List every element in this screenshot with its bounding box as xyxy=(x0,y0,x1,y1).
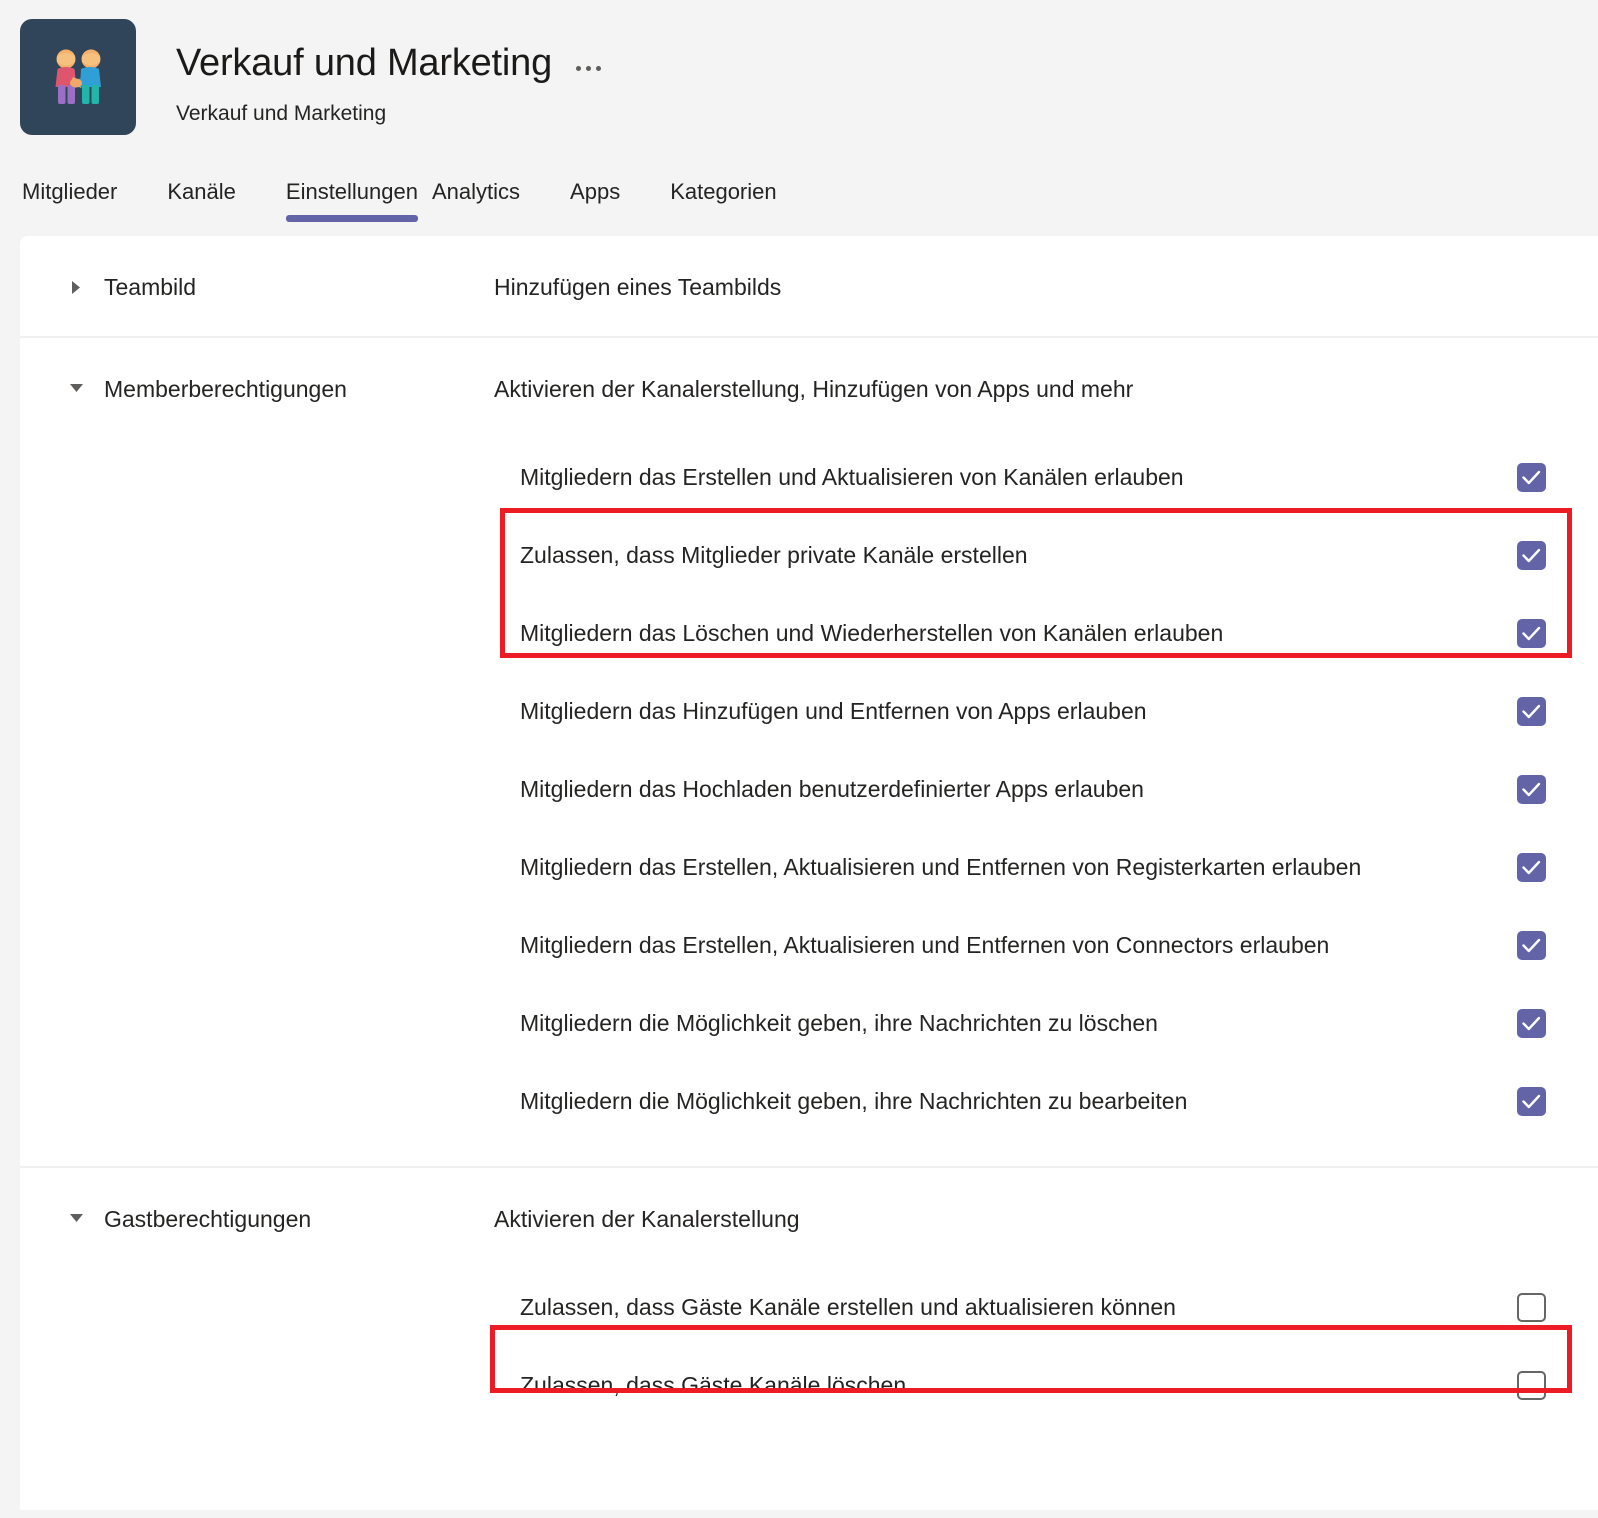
option-label: Mitgliedern das Erstellen und Aktualisie… xyxy=(520,464,1184,490)
option-row[interactable]: Zulassen, dass Gäste Kanäle erstellen un… xyxy=(520,1268,1572,1346)
handshake-people-icon xyxy=(41,40,115,114)
team-avatar xyxy=(20,19,136,135)
tab-label: Mitglieder xyxy=(22,179,118,204)
option-label: Mitgliedern das Erstellen, Aktualisieren… xyxy=(520,932,1330,958)
checkbox-checked[interactable] xyxy=(1517,930,1546,960)
section-header-gastberechtigungen[interactable]: Gastberechtigungen Aktivieren der Kanale… xyxy=(20,1168,1598,1268)
option-label: Mitgliedern das Hinzufügen und Entfernen… xyxy=(520,698,1147,724)
section-header-teambild[interactable]: Teambild Hinzufügen eines Teambilds xyxy=(20,236,1598,336)
tab-mitglieder[interactable]: Mitglieder xyxy=(22,170,117,206)
option-row[interactable]: Mitgliedern das Löschen und Wiederherste… xyxy=(520,594,1572,672)
chevron-down-icon[interactable] xyxy=(68,383,84,393)
team-title-row: Verkauf und Marketing xyxy=(176,40,607,86)
section-description: Aktivieren der Kanalerstellung, Hinzufüg… xyxy=(494,376,1134,402)
section-description: Hinzufügen eines Teambilds xyxy=(494,274,782,300)
section-title: Memberberechtigungen xyxy=(104,376,347,402)
settings-section-gastberechtigungen: Gastberechtigungen Aktivieren der Kanale… xyxy=(20,1168,1598,1450)
option-row[interactable]: Mitgliedern das Erstellen, Aktualisieren… xyxy=(520,828,1572,906)
option-list-guest: Zulassen, dass Gäste Kanäle erstellen un… xyxy=(20,1268,1598,1450)
tab-label: Einstellungen xyxy=(285,179,418,204)
checkbox-checked[interactable] xyxy=(1517,462,1546,492)
more-options-icon[interactable] xyxy=(570,56,607,71)
chevron-down-icon[interactable] xyxy=(68,1213,84,1223)
checkbox-checked[interactable] xyxy=(1517,540,1546,570)
option-label: Mitgliedern das Löschen und Wiederherste… xyxy=(520,620,1224,646)
chevron-right-icon[interactable] xyxy=(68,281,84,294)
settings-section-memberberechtigungen: Memberberechtigungen Aktivieren der Kana… xyxy=(20,338,1598,1168)
tab-label: Analytics xyxy=(432,179,521,204)
checkbox-checked[interactable] xyxy=(1517,696,1546,726)
option-row[interactable]: Mitgliedern das Hinzufügen und Entfernen… xyxy=(520,672,1572,750)
option-label: Mitgliedern das Erstellen, Aktualisieren… xyxy=(520,854,1362,880)
tab-apps[interactable]: Apps xyxy=(570,170,620,206)
option-row[interactable]: Mitgliedern das Erstellen, Aktualisieren… xyxy=(520,906,1572,984)
tab-einstellungen[interactable]: Einstellungen xyxy=(285,170,418,222)
settings-panel: Teambild Hinzufügen eines Teambilds Memb… xyxy=(20,236,1598,1510)
section-title: Gastberechtigungen xyxy=(104,1206,312,1232)
section-title: Teambild xyxy=(104,274,197,300)
option-row[interactable]: Mitgliedern die Möglichkeit geben, ihre … xyxy=(520,984,1572,1062)
option-label: Mitgliedern die Möglichkeit geben, ihre … xyxy=(520,1010,1158,1036)
option-row[interactable]: Mitgliedern die Möglichkeit geben, ihre … xyxy=(520,1062,1572,1140)
option-list-member: Mitgliedern das Erstellen und Aktualisie… xyxy=(20,438,1598,1166)
checkbox-checked[interactable] xyxy=(1517,1086,1546,1116)
tab-label: Kategorien xyxy=(670,179,777,204)
settings-section-teambild: Teambild Hinzufügen eines Teambilds xyxy=(20,236,1598,338)
tab-kategorien[interactable]: Kategorien xyxy=(670,170,776,206)
tab-kanaele[interactable]: Kanäle xyxy=(167,170,236,206)
tab-bar: Mitglieder Kanäle Einstellungen Analytic… xyxy=(0,170,1598,236)
team-header: Verkauf und Marketing Verkauf und Market… xyxy=(0,0,1598,170)
tab-active-underline xyxy=(285,215,418,222)
option-label: Zulassen, dass Gäste Kanäle löschen xyxy=(520,1372,907,1398)
tab-analytics[interactable]: Analytics xyxy=(432,170,520,206)
option-row[interactable]: Mitgliedern das Hochladen benutzerdefini… xyxy=(520,750,1572,828)
option-label: Zulassen, dass Gäste Kanäle erstellen un… xyxy=(520,1294,1176,1320)
option-label: Zulassen, dass Mitglieder private Kanäle… xyxy=(520,542,1028,568)
checkbox-unchecked[interactable] xyxy=(1517,1370,1546,1400)
checkbox-checked[interactable] xyxy=(1517,852,1546,882)
checkbox-checked[interactable] xyxy=(1517,774,1546,804)
section-description: Aktivieren der Kanalerstellung xyxy=(494,1206,800,1232)
option-row[interactable]: Zulassen, dass Gäste Kanäle löschen xyxy=(520,1346,1572,1424)
checkbox-checked[interactable] xyxy=(1517,618,1546,648)
option-label: Mitgliedern das Hochladen benutzerdefini… xyxy=(520,776,1144,802)
checkbox-checked[interactable] xyxy=(1517,1008,1546,1038)
option-row[interactable]: Zulassen, dass Mitglieder private Kanäle… xyxy=(520,516,1572,594)
page-title: Verkauf und Marketing xyxy=(176,42,553,84)
section-header-memberberechtigungen[interactable]: Memberberechtigungen Aktivieren der Kana… xyxy=(20,338,1598,438)
tab-label: Kanäle xyxy=(167,179,236,204)
option-row[interactable]: Mitgliedern das Erstellen und Aktualisie… xyxy=(520,438,1572,516)
tab-label: Apps xyxy=(570,179,621,204)
checkbox-unchecked[interactable] xyxy=(1517,1292,1546,1322)
team-subtitle: Verkauf und Marketing xyxy=(176,102,387,125)
option-label: Mitgliedern die Möglichkeit geben, ihre … xyxy=(520,1088,1188,1114)
